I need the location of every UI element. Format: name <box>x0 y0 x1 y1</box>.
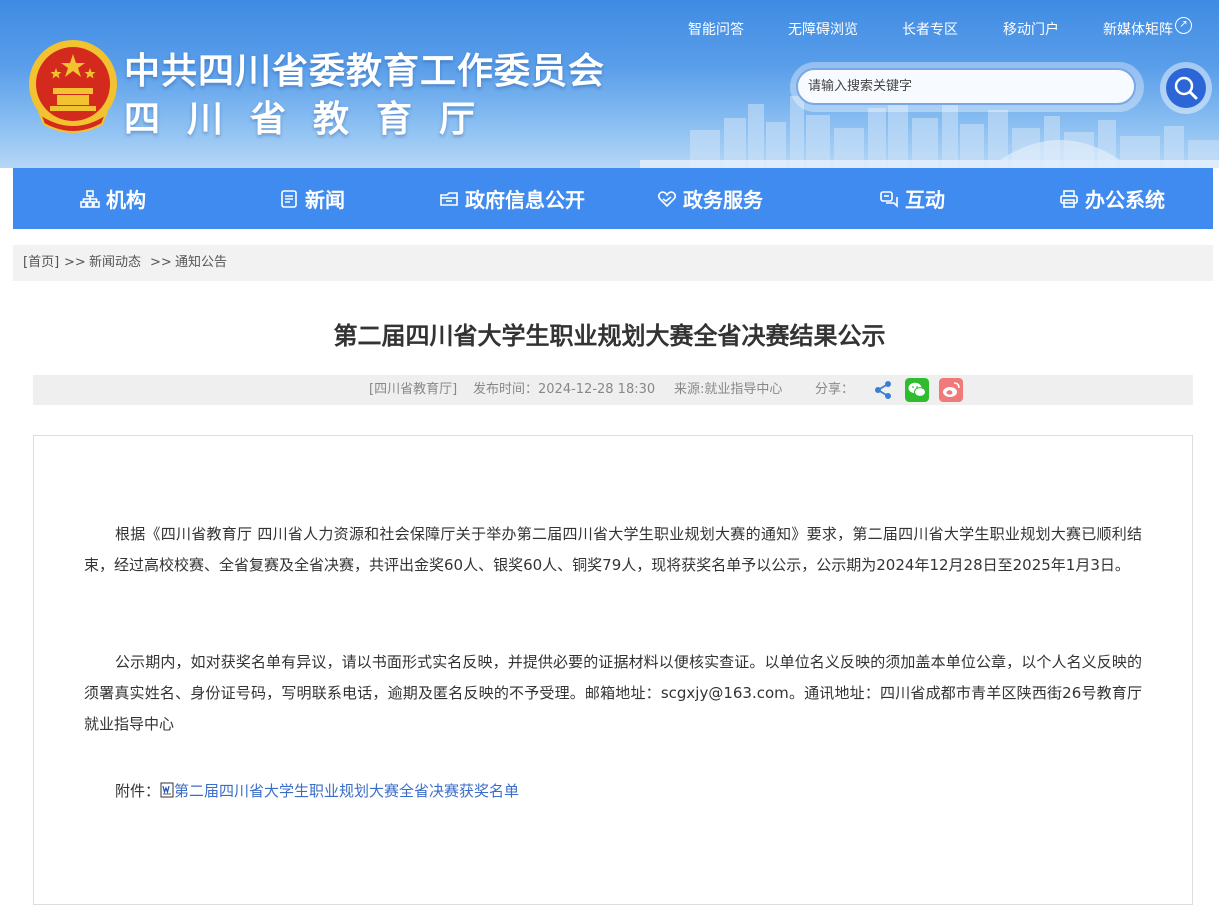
folder-open-icon <box>440 191 458 206</box>
attachment-label: 附件： <box>115 782 161 800</box>
nav-item-interaction[interactable]: 互动 <box>879 168 945 229</box>
nav-label-news: 新闻 <box>305 188 345 212</box>
org-chart-icon <box>80 189 100 208</box>
breadcrumb-news[interactable]: 新闻动态 <box>89 245 141 281</box>
top-link-mobile-portal[interactable]: 移动门户 <box>1003 19 1059 39</box>
nav-label-gov-info: 政府信息公开 <box>465 188 585 212</box>
attachment-line: 附件： 第二届四川省大学生职业规划大赛全省决赛获奖名单 <box>84 776 519 806</box>
article-meta-bar: [四川省教育厅] 发布时间：2024-12-28 18:30 来源:就业指导中心… <box>33 375 1193 405</box>
breadcrumb: [首页] >> 新闻动态 >> 通知公告 <box>13 245 1213 281</box>
top-link-accessibility[interactable]: 无障碍浏览 <box>788 19 858 39</box>
meta-source-tag: [四川省教育厅] <box>369 382 458 397</box>
nav-label-organization: 机构 <box>106 188 146 212</box>
heart-hand-icon <box>657 190 677 207</box>
top-link-new-media[interactable]: 新媒体矩阵 <box>1103 19 1173 39</box>
search-icon <box>1174 76 1198 100</box>
nav-label-gov-services: 政务服务 <box>683 188 763 212</box>
weibo-icon[interactable] <box>939 378 963 402</box>
nav-item-organization[interactable]: 机构 <box>80 168 146 229</box>
document-list-icon <box>281 189 297 208</box>
share-circle-icon[interactable]: ↗ <box>1175 17 1192 34</box>
search-button[interactable] <box>1166 68 1206 108</box>
top-link-elderly[interactable]: 长者专区 <box>902 19 958 39</box>
article-paragraph: 公示期内，如对获奖名单有异议，请以书面形式实名反映，并提供必要的证据材料以便核实… <box>84 653 1142 733</box>
nav-label-interaction: 互动 <box>905 188 945 212</box>
nav-item-news[interactable]: 新闻 <box>279 168 345 229</box>
printer-icon <box>1060 189 1078 208</box>
national-emblem-logo <box>29 40 117 133</box>
nav-item-office-system[interactable]: 办公系统 <box>1059 168 1165 229</box>
attachment-link[interactable]: 第二届四川省大学生职业规划大赛全省决赛获奖名单 <box>174 782 519 800</box>
meta-share-label: 分享： <box>815 382 855 397</box>
breadcrumb-home[interactable]: [首页] <box>23 245 59 281</box>
top-links: 智能问答 无障碍浏览 长者专区 移动门户 新媒体矩阵 <box>0 19 1219 39</box>
site-title-committee: 中共四川省委教育工作委员会 <box>124 51 606 92</box>
main-nav: 机构 新闻 政府信息公开 政务服务 互动 办公系统 <box>13 168 1213 229</box>
article-paragraph: 根据《四川省教育厅 四川省人力资源和社会保障厅关于举办第二届四川省大学生职业规划… <box>84 525 1142 574</box>
breadcrumb-separator: >> <box>64 255 86 270</box>
chat-icon <box>880 190 898 208</box>
breadcrumb-notices[interactable]: 通知公告 <box>175 245 227 281</box>
nav-item-gov-services[interactable]: 政务服务 <box>657 168 763 229</box>
top-link-smart-qa[interactable]: 智能问答 <box>688 19 744 39</box>
wechat-icon[interactable] <box>905 378 929 402</box>
article-title: 第二届四川省大学生职业规划大赛全省决赛结果公示 <box>333 322 886 350</box>
word-document-icon <box>160 782 174 798</box>
site-title-department: 四川省教育厅 <box>124 99 503 140</box>
site-header: 中共四川省委教育工作委员会 四川省教育厅 智能问答 无障碍浏览 长者专区 移动门… <box>0 0 1219 168</box>
nav-label-office-system: 办公系统 <box>1085 188 1165 212</box>
search-input[interactable] <box>796 68 1136 105</box>
breadcrumb-separator: >> <box>150 255 172 270</box>
share-icon[interactable] <box>871 378 895 402</box>
meta-publish-time: 发布时间：2024-12-28 18:30 <box>473 382 656 397</box>
nav-item-gov-info[interactable]: 政府信息公开 <box>439 168 585 229</box>
meta-origin: 来源:就业指导中心 <box>674 382 783 397</box>
